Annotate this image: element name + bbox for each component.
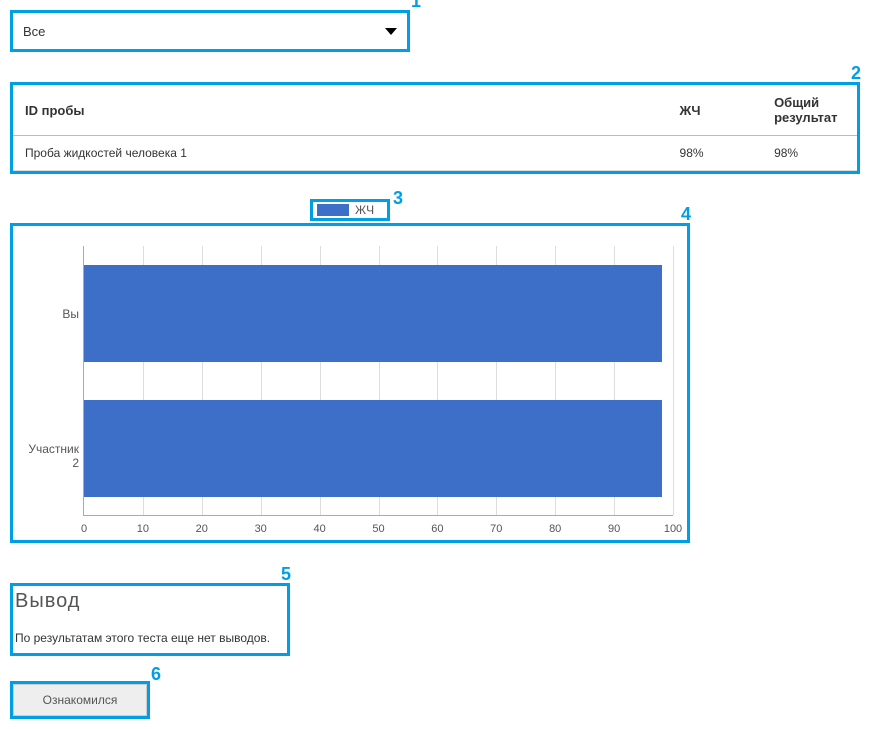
y-label: Участник 2 [19, 442, 79, 470]
annotation-1: 1 [411, 0, 421, 12]
annotation-6: 6 [151, 664, 161, 685]
table-row: Проба жидкостей человека 198%98% [13, 136, 857, 171]
cell-col2: 98% [762, 136, 857, 171]
acknowledge-button[interactable]: Ознакомился [13, 684, 147, 716]
bar-row [84, 400, 662, 497]
bar-row [84, 265, 662, 362]
cell-id: Проба жидкостей человека 1 [13, 136, 668, 171]
x-tick: 60 [431, 523, 443, 535]
grid-line [673, 246, 674, 515]
bar-chart: 4 0102030405060708090100ВыУчастник 2 [10, 223, 690, 543]
header-col1: ЖЧ [668, 85, 763, 136]
results-table-container: 2 ID пробы ЖЧ Общий результат Проба жидк… [10, 82, 860, 174]
conclusion-title: Вывод [15, 590, 285, 613]
x-tick: 70 [490, 523, 502, 535]
x-tick: 50 [372, 523, 384, 535]
y-label: Вы [19, 307, 79, 321]
annotation-5: 5 [281, 564, 291, 585]
bar [84, 265, 662, 362]
ack-button-container: 6 Ознакомился [10, 681, 150, 719]
bar [84, 400, 662, 497]
legend-label: ЖЧ [355, 203, 374, 217]
plot-area: 0102030405060708090100ВыУчастник 2 [83, 246, 673, 516]
results-table: ID пробы ЖЧ Общий результат Проба жидкос… [13, 85, 857, 171]
cell-col1: 98% [668, 136, 763, 171]
header-id: ID пробы [13, 85, 668, 136]
header-col2: Общий результат [762, 85, 857, 136]
filter-dropdown[interactable]: Все [13, 13, 407, 49]
x-tick: 30 [255, 523, 267, 535]
legend-swatch-icon [317, 204, 349, 216]
x-tick: 20 [196, 523, 208, 535]
table-header-row: ID пробы ЖЧ Общий результат [13, 85, 857, 136]
chevron-down-icon [385, 28, 397, 35]
x-tick: 80 [549, 523, 561, 535]
x-tick: 100 [664, 523, 682, 535]
filter-dropdown-value: Все [23, 24, 45, 39]
annotation-2: 2 [851, 63, 861, 84]
x-tick: 10 [137, 523, 149, 535]
x-tick: 90 [608, 523, 620, 535]
annotation-3: 3 [393, 188, 403, 209]
conclusion-text: По результатам этого теста еще нет вывод… [15, 631, 285, 645]
filter-dropdown-container: 1 Все [10, 10, 410, 52]
x-tick: 40 [313, 523, 325, 535]
chart-legend: 3 ЖЧ [310, 199, 390, 221]
annotation-4: 4 [681, 204, 691, 225]
x-tick: 0 [81, 523, 87, 535]
conclusion-panel: 5 Вывод По результатам этого теста еще н… [10, 583, 290, 656]
